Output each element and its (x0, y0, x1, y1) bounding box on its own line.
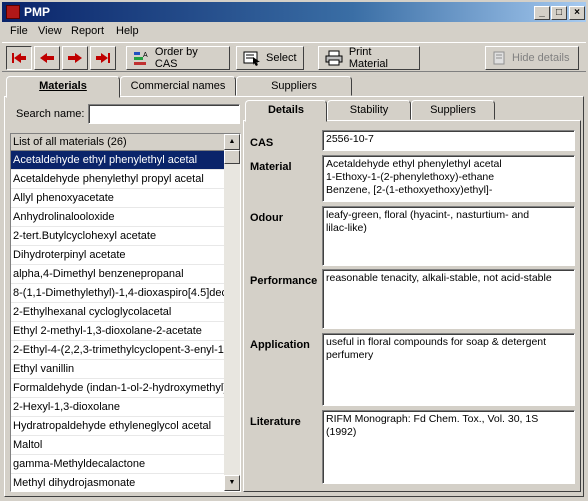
scroll-down-icon[interactable]: ▼ (224, 475, 240, 491)
odour-field[interactable]: leafy-green, floral (hyacint-, nasturtiu… (322, 206, 575, 266)
tab-details[interactable]: Details (245, 100, 327, 122)
app-window: PMP _ □ × File View Report Help A Order … (0, 0, 588, 501)
list-item[interactable]: gamma-Methyldecalactone (11, 455, 225, 474)
tab-materials[interactable]: Materials (6, 76, 120, 98)
odour-label: Odour (250, 212, 283, 224)
menu-bar: File View Report Help (2, 23, 586, 41)
search-input[interactable] (88, 104, 240, 124)
svg-text:A: A (143, 52, 148, 59)
literature-field[interactable]: RIFM Monograph: Fd Chem. Tox., Vol. 30, … (322, 410, 575, 484)
menu-file[interactable]: File (10, 25, 28, 37)
list-item[interactable]: Allyl phenoxyacetate (11, 189, 225, 208)
list-header: List of all materials (26) (11, 134, 226, 151)
search-label: Search name: (16, 108, 85, 120)
hide-details-label: Hide details (512, 52, 570, 64)
minimize-button[interactable]: _ (534, 6, 550, 20)
title-bar[interactable]: PMP _ □ × (2, 2, 586, 22)
print-material-label: Print Material (348, 46, 388, 70)
list-item[interactable]: Hydratropaldehyde ethyleneglycol acetal (11, 417, 225, 436)
menu-help[interactable]: Help (116, 25, 139, 37)
literature-label: Literature (250, 416, 301, 428)
close-button[interactable]: × (569, 6, 585, 20)
tab-suppliers[interactable]: Suppliers (236, 76, 352, 96)
scroll-up-icon[interactable]: ▲ (224, 134, 240, 150)
right-arrow-icon (68, 53, 82, 63)
list-item[interactable]: Ethyl 2-methyl-1,3-dioxolane-2-acetate (11, 322, 225, 341)
list-item[interactable]: Anhydrolinalooloxide (11, 208, 225, 227)
print-material-button[interactable]: Print Material (318, 46, 420, 70)
order-by-cas-button[interactable]: A Order by CAS (126, 46, 230, 70)
materials-list: List of all materials (26) Acetaldehyde … (10, 133, 241, 492)
last-record-button[interactable] (90, 46, 116, 70)
first-arrow-icon (12, 53, 26, 63)
list-item[interactable]: Acetaldehyde phenylethyl propyl acetal (11, 170, 225, 189)
hide-details-button[interactable]: Hide details (485, 46, 579, 70)
left-arrow-icon (40, 53, 54, 63)
tab-stability[interactable]: Stability (327, 100, 411, 120)
maximize-button[interactable]: □ (551, 6, 567, 20)
select-label: Select (266, 52, 297, 64)
list-item[interactable]: Formaldehyde (indan-1-ol-2-hydroxymethyl… (11, 379, 225, 398)
application-field[interactable]: useful in floral compounds for soap & de… (322, 333, 575, 406)
last-arrow-icon (96, 53, 110, 63)
list-item[interactable]: 2-Ethyl-4-(2,2,3-trimethylcyclopent-3-en… (11, 341, 225, 360)
application-label: Application (250, 339, 310, 351)
scroll-thumb[interactable] (224, 150, 240, 164)
performance-label: Performance (250, 275, 318, 287)
list-item[interactable]: Ethyl vanillin (11, 360, 225, 379)
tab-commercial-names[interactable]: Commercial names (120, 76, 236, 96)
first-record-button[interactable] (6, 46, 32, 70)
material-label: Material (250, 161, 292, 173)
list-item[interactable]: Acetaldehyde ethyl phenylethyl acetal (11, 151, 225, 170)
select-button[interactable]: Select (236, 46, 304, 70)
list-item[interactable]: Dihydroterpinyl acetate (11, 246, 225, 265)
list-item[interactable]: 2-tert.Butylcyclohexyl acetate (11, 227, 225, 246)
printer-icon (325, 50, 343, 66)
document-icon (493, 51, 505, 65)
cas-field[interactable]: 2556-10-7 (322, 130, 575, 151)
list-item[interactable]: alpha,4-Dimethyl benzenepropanal (11, 265, 225, 284)
menu-view[interactable]: View (38, 25, 62, 37)
window-title: PMP (24, 5, 51, 19)
toolbar: A Order by CAS Select Print Material Hid… (2, 42, 586, 72)
material-field[interactable]: Acetaldehyde ethyl phenylethyl acetal 1-… (322, 155, 575, 202)
list-scrollbar[interactable]: ▲ ▼ (224, 134, 240, 491)
list-item[interactable]: 2-Ethylhexanal cycloglycolacetal (11, 303, 225, 322)
list-item[interactable]: 2-Hexyl-1,3-dioxolane (11, 398, 225, 417)
list-item[interactable]: Methyl dihydrojasmonate (11, 474, 225, 491)
cas-label: CAS (250, 137, 274, 149)
list-item[interactable]: 8-(1,1-Dimethylethyl)-1,4-dioxaspiro[4.5… (11, 284, 225, 303)
tab-detail-suppliers[interactable]: Suppliers (411, 100, 495, 120)
order-by-cas-label: Order by CAS (154, 46, 198, 70)
select-icon (243, 51, 260, 66)
next-record-button[interactable] (62, 46, 88, 70)
menu-report[interactable]: Report (71, 25, 104, 37)
previous-record-button[interactable] (34, 46, 60, 70)
performance-field[interactable]: reasonable tenacity, alkali-stable, not … (322, 269, 575, 329)
sort-icon: A (134, 52, 148, 65)
app-icon (6, 5, 20, 19)
list-item[interactable]: Maltol (11, 436, 225, 455)
